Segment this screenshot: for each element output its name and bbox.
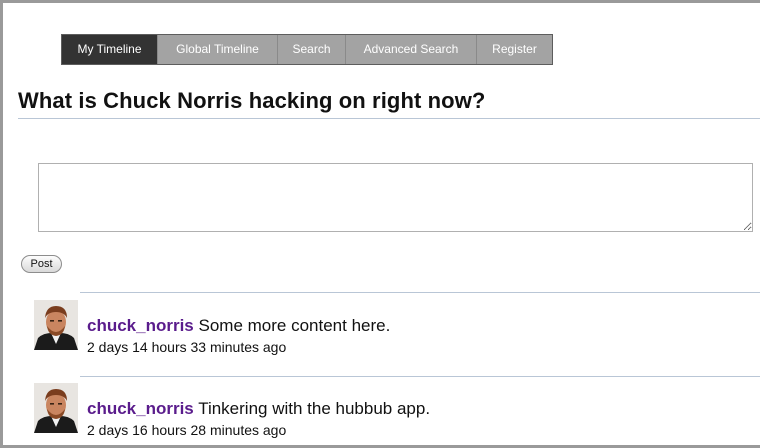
tab-search[interactable]: Search — [278, 35, 346, 64]
status-timestamp: 2 days 14 hours 33 minutes ago — [87, 339, 287, 355]
user-avatar-icon[interactable] — [34, 383, 78, 433]
user-avatar-icon[interactable] — [34, 300, 78, 350]
main-nav: My Timeline Global Timeline Search Advan… — [61, 34, 553, 65]
tab-global-timeline[interactable]: Global Timeline — [158, 35, 278, 64]
status-timestamp: 2 days 16 hours 28 minutes ago — [87, 422, 287, 438]
page-title: What is Chuck Norris hacking on right no… — [18, 88, 486, 113]
status-text-line: chuck_norris Some more content here. — [87, 316, 390, 336]
post-button[interactable]: Post — [21, 255, 62, 273]
username-link[interactable]: chuck_norris — [87, 399, 194, 418]
status-content: Tinkering with the hubbub app. — [198, 399, 431, 418]
status-divider — [80, 292, 760, 293]
status-input[interactable] — [38, 163, 753, 232]
title-divider — [18, 118, 760, 119]
tab-advanced-search[interactable]: Advanced Search — [346, 35, 477, 64]
username-link[interactable]: chuck_norris — [87, 316, 194, 335]
tab-register[interactable]: Register — [477, 35, 552, 64]
status-text-line: chuck_norris Tinkering with the hubbub a… — [87, 399, 430, 419]
tab-my-timeline[interactable]: My Timeline — [62, 35, 158, 64]
status-divider — [80, 376, 760, 377]
status-content: Some more content here. — [198, 316, 391, 335]
